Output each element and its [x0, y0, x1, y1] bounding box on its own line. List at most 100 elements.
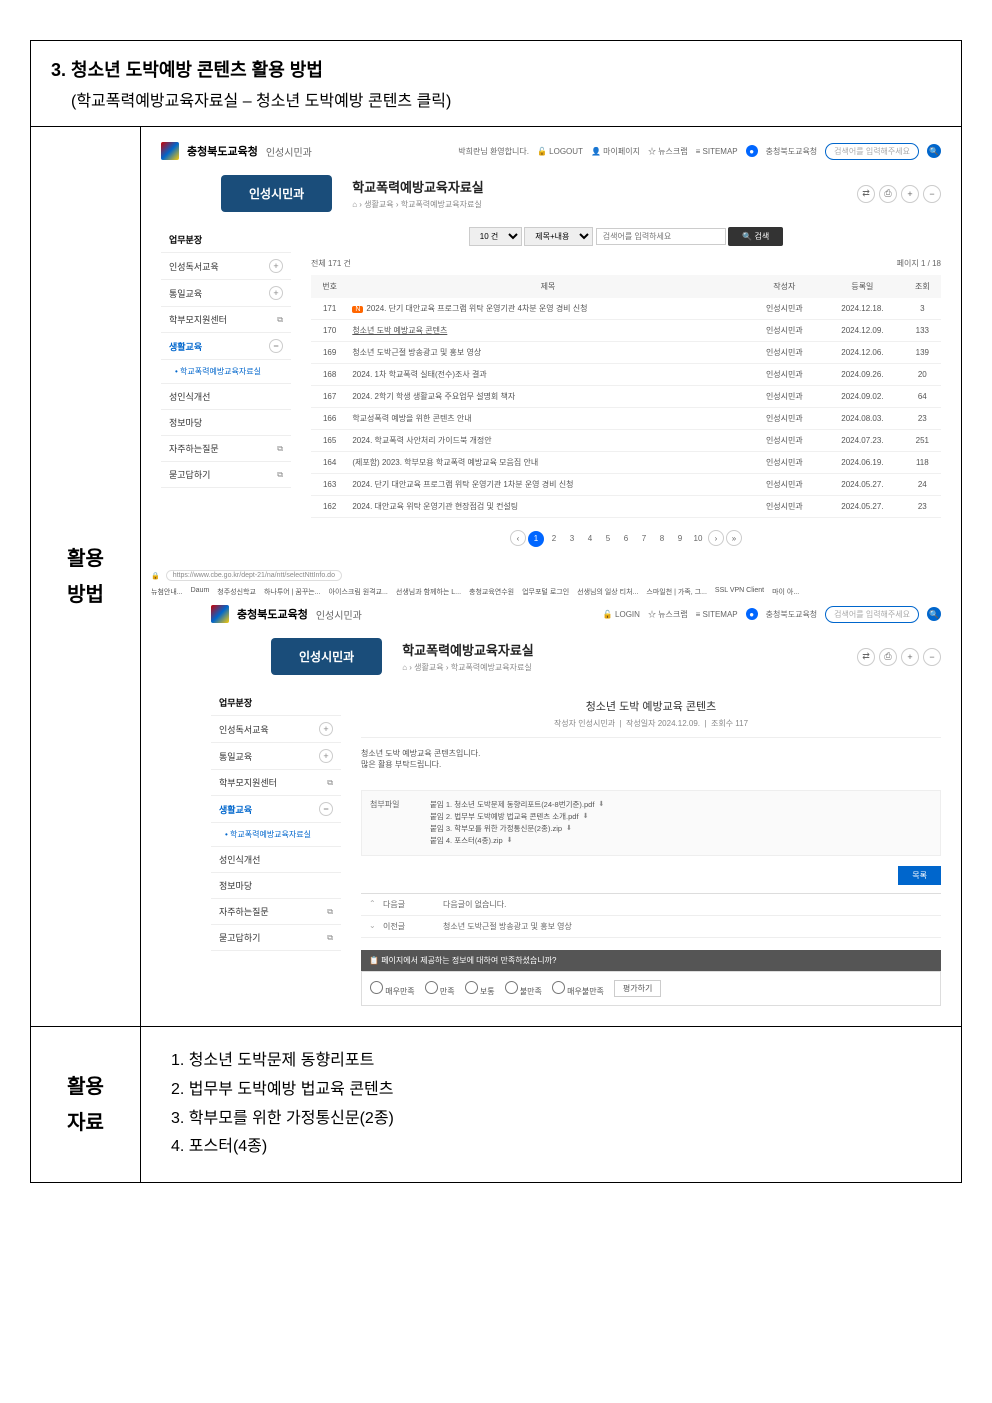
home-icon[interactable]: ⌂: [402, 663, 407, 672]
newsclip-link[interactable]: ☆ 뉴스크랩: [648, 609, 688, 620]
global-search[interactable]: 검색어를 입력해주세요: [825, 143, 919, 160]
sidebar-item[interactable]: 업무분장: [161, 227, 291, 253]
url-field[interactable]: https://www.cbe.go.kr/dept-21/na/ntt/sel…: [166, 570, 342, 581]
logout-link[interactable]: 🔓 LOGOUT: [537, 147, 583, 156]
bookmark-item[interactable]: 하나투어 | 꿈꾸는...: [264, 587, 321, 597]
sidebar-item[interactable]: 인성독서교육+: [211, 716, 341, 743]
page-link[interactable]: »: [726, 530, 742, 546]
sidebar-item[interactable]: 묻고답하기⧉: [211, 925, 341, 951]
post-link[interactable]: 2024. 단기 대안교육 프로그램 위탁 운영기관 1차분 운영 경비 신청: [352, 480, 573, 489]
sidebar-item[interactable]: 생활교육−: [161, 333, 291, 360]
table-row[interactable]: 1672024. 2학기 학생 생활교육 주요업무 설명회 책자인성시민과202…: [311, 386, 941, 408]
table-row[interactable]: 1652024. 학교폭력 사안처리 가이드북 개정안인성시민과2024.07.…: [311, 430, 941, 452]
list-button[interactable]: 목록: [898, 866, 941, 885]
sidebar-item[interactable]: 자주하는질문⧉: [161, 436, 291, 462]
bookmark-item[interactable]: 뉴첨안내...: [151, 587, 183, 597]
share-icon[interactable]: ⇄: [857, 185, 875, 203]
page-link[interactable]: 9: [672, 531, 688, 547]
crumb-1[interactable]: 생활교육: [414, 663, 443, 672]
home-icon[interactable]: ⌂: [352, 200, 357, 209]
table-row[interactable]: 1682024. 1차 학교폭력 실태(전수)조사 결과인성시민과2024.09…: [311, 364, 941, 386]
crumb-2[interactable]: 학교폭력예방교육자료실: [451, 663, 532, 672]
page-link[interactable]: 4: [582, 531, 598, 547]
bookmark-item[interactable]: 마이 아...: [772, 587, 799, 597]
sidebar-item[interactable]: 생활교육−: [211, 796, 341, 823]
sidebar-item[interactable]: 통일교육+: [211, 743, 341, 770]
bookmark-item[interactable]: 청주성신학교: [217, 587, 256, 597]
post-link[interactable]: (제포함) 2023. 학부모용 학교폭력 예방교육 모음집 안내: [352, 458, 538, 467]
zoom-in-icon[interactable]: +: [901, 185, 919, 203]
zoom-out-icon[interactable]: −: [923, 648, 941, 666]
attachment-item[interactable]: 붙임 4. 포스터(4종).zip ⬇: [430, 835, 932, 847]
post-link[interactable]: 2024. 2학기 학생 생활교육 주요업무 설명회 책자: [352, 392, 515, 401]
table-row[interactable]: 166학교성폭력 예방을 위한 콘텐츠 안내인성시민과2024.08.03.23: [311, 408, 941, 430]
page-link[interactable]: 5: [600, 531, 616, 547]
board-search-input[interactable]: [596, 228, 726, 245]
dept-tab[interactable]: 인성시민과: [221, 175, 332, 212]
sidebar-item[interactable]: 정보마당: [211, 873, 341, 899]
sidebar-item[interactable]: 통일교육+: [161, 280, 291, 307]
sidebar-item[interactable]: 묻고답하기⧉: [161, 462, 291, 488]
bookmark-item[interactable]: Daum: [191, 587, 210, 597]
bookmark-item[interactable]: 업무포털 로그인: [522, 587, 569, 597]
sidebar-item[interactable]: 자주하는질문⧉: [211, 899, 341, 925]
sidebar-item[interactable]: 학부모지원센터⧉: [161, 307, 291, 333]
page-link[interactable]: 3: [564, 531, 580, 547]
table-row[interactable]: 171N2024. 단기 대안교육 프로그램 위탁 운영기관 4차분 운영 경비…: [311, 298, 941, 320]
sidebar-item[interactable]: 정보마당: [161, 410, 291, 436]
page-link[interactable]: ‹: [510, 530, 526, 546]
prev-post-row[interactable]: ⌄ 이전글 청소년 도박근절 방송광고 및 홍보 영상: [361, 916, 941, 938]
crumb-2[interactable]: 학교폭력예방교육자료실: [401, 200, 482, 209]
post-link[interactable]: 2024. 단기 대안교육 프로그램 위탁 운영기관 4차분 운영 경비 신청: [366, 304, 587, 313]
post-link[interactable]: 2024. 학교폭력 사안처리 가이드북 개정안: [352, 436, 491, 445]
zoom-out-icon[interactable]: −: [923, 185, 941, 203]
sidebar-item[interactable]: 업무분장: [211, 690, 341, 716]
attachment-item[interactable]: 붙임 3. 학부모를 위한 가정통신문(2종).zip ⬇: [430, 823, 932, 835]
bookmark-item[interactable]: 선생님의 일상 티처...: [577, 587, 638, 597]
page-link[interactable]: ›: [708, 530, 724, 546]
page-link[interactable]: 1: [528, 531, 544, 547]
survey-submit-button[interactable]: 평가하기: [614, 980, 661, 997]
page-link[interactable]: 8: [654, 531, 670, 547]
attachment-item[interactable]: 붙임 2. 법무부 도박예방 법교육 콘텐츠 소개.pdf ⬇: [430, 811, 932, 823]
attachment-item[interactable]: 붙임 1. 청소년 도박문제 동향리포트(24-8번기준).pdf ⬇: [430, 799, 932, 811]
post-link[interactable]: 2024. 1차 학교폭력 실태(전수)조사 결과: [352, 370, 486, 379]
login-link[interactable]: 🔓 LOGIN: [603, 610, 640, 619]
sidebar-item[interactable]: 학부모지원센터⧉: [211, 770, 341, 796]
sitemap-link[interactable]: ≡ SITEMAP: [696, 147, 738, 156]
search-field-select[interactable]: 제목+내용: [524, 227, 593, 246]
per-page-select[interactable]: 10 건: [469, 227, 522, 246]
global-search[interactable]: 검색어를 입력해주세요: [825, 606, 919, 623]
bookmark-item[interactable]: 스마일천 | 가족, 그...: [646, 587, 707, 597]
print-icon[interactable]: ⎙: [879, 648, 897, 666]
post-link[interactable]: 학교성폭력 예방을 위한 콘텐츠 안내: [352, 414, 471, 423]
zoom-in-icon[interactable]: +: [901, 648, 919, 666]
page-link[interactable]: 7: [636, 531, 652, 547]
search-icon[interactable]: 🔍: [927, 144, 941, 158]
table-row[interactable]: 170청소년 도박 예방교육 콘텐츠인성시민과2024.12.09.133: [311, 320, 941, 342]
mypage-link[interactable]: 👤 마이페이지: [591, 146, 640, 157]
print-icon[interactable]: ⎙: [879, 185, 897, 203]
post-link[interactable]: 청소년 도박근절 방송광고 및 홍보 영상: [352, 348, 481, 357]
share-icon[interactable]: ⇄: [857, 648, 875, 666]
post-link[interactable]: 청소년 도박 예방교육 콘텐츠: [352, 326, 447, 335]
page-link[interactable]: 10: [690, 531, 706, 547]
table-row[interactable]: 164(제포함) 2023. 학부모용 학교폭력 예방교육 모음집 안내인성시민…: [311, 452, 941, 474]
survey-option[interactable]: 매우불만족: [552, 981, 604, 997]
sidebar-item[interactable]: • 학교폭력예방교육자료실: [211, 823, 341, 847]
bookmark-item[interactable]: SSL VPN Client: [715, 587, 764, 597]
sitemap-link[interactable]: ≡ SITEMAP: [696, 610, 738, 619]
survey-option[interactable]: 만족: [425, 981, 455, 997]
bookmark-item[interactable]: 충청교육연수원: [469, 587, 514, 597]
table-row[interactable]: 1632024. 단기 대안교육 프로그램 위탁 운영기관 1차분 운영 경비 …: [311, 474, 941, 496]
dept-tab[interactable]: 인성시민과: [271, 638, 382, 675]
newsclip-link[interactable]: ☆ 뉴스크랩: [648, 146, 688, 157]
sidebar-item[interactable]: 성인식개선: [161, 384, 291, 410]
page-link[interactable]: 2: [546, 531, 562, 547]
bookmark-item[interactable]: 아이스크림 원격교...: [329, 587, 388, 597]
sidebar-item[interactable]: 성인식개선: [211, 847, 341, 873]
table-row[interactable]: 169청소년 도박근절 방송광고 및 홍보 영상인성시민과2024.12.06.…: [311, 342, 941, 364]
crumb-1[interactable]: 생활교육: [364, 200, 393, 209]
page-link[interactable]: 6: [618, 531, 634, 547]
sidebar-item[interactable]: • 학교폭력예방교육자료실: [161, 360, 291, 384]
